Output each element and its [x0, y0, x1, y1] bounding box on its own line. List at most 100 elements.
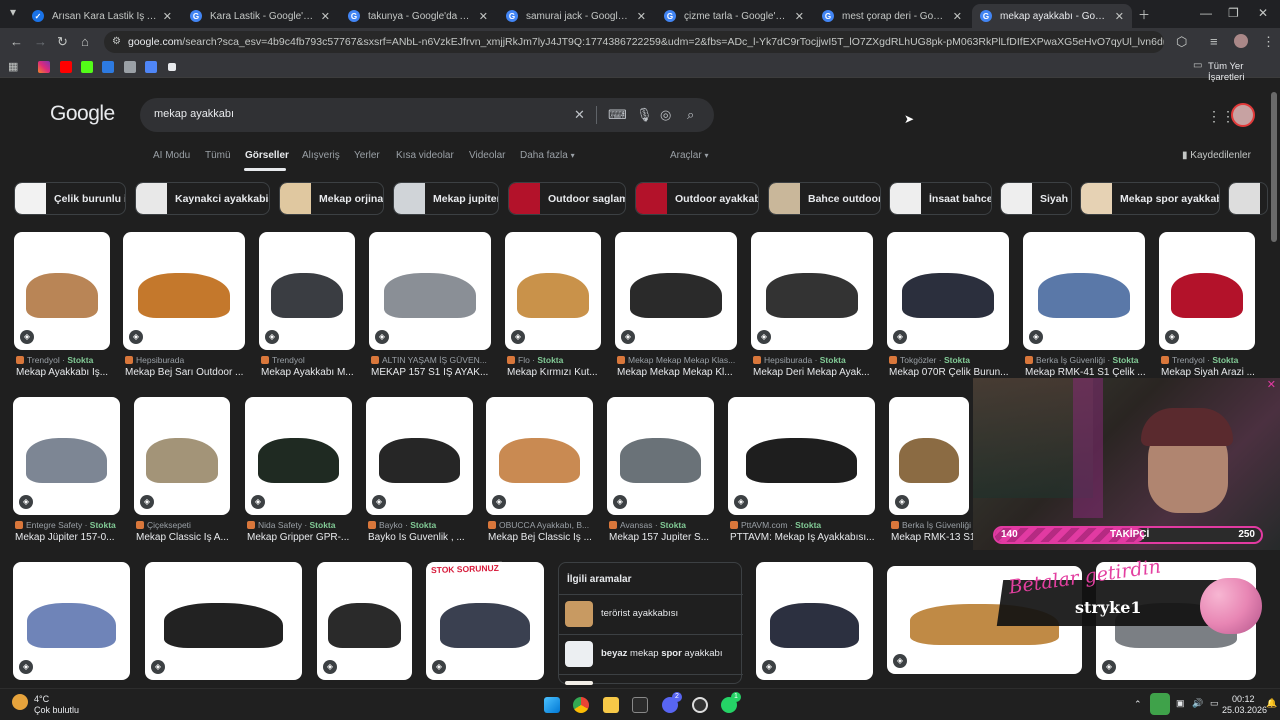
- result-thumbnail[interactable]: ◈: [728, 397, 875, 515]
- close-tab-icon[interactable]: ✕: [479, 10, 488, 23]
- result-thumbnail[interactable]: ◈: [505, 232, 601, 350]
- reload-icon[interactable]: ↻: [57, 34, 68, 50]
- result-thumbnail[interactable]: ◈: [751, 232, 873, 350]
- result-caption[interactable]: Mekap RMK-13 S1: [891, 532, 981, 543]
- result-caption[interactable]: MEKAP 157 S1 İŞ AYAK...: [371, 367, 503, 378]
- result-caption[interactable]: Mekap 157 Jupiter S...: [609, 532, 726, 543]
- all-bookmarks-link[interactable]: Tüm Yer İşaretleri: [1208, 61, 1280, 83]
- forward-icon[interactable]: →: [34, 34, 47, 49]
- result-thumbnail[interactable]: ◈: [134, 397, 230, 515]
- result-thumbnail[interactable]: ◈: [366, 397, 473, 515]
- result-caption[interactable]: PTTAVM: Mekap İş Ayakkabısı...: [730, 532, 887, 543]
- chip-construction-garden[interactable]: İnsaat bahce: [889, 182, 992, 215]
- result-source[interactable]: Hepsiburada · Stokta: [753, 355, 885, 365]
- tab-short-videos[interactable]: Kısa videolar: [396, 150, 454, 161]
- weather-icon[interactable]: [12, 694, 28, 710]
- result-source[interactable]: Tokgözler · Stokta: [889, 355, 1021, 365]
- result-source[interactable]: PttAVM.com · Stokta: [730, 520, 887, 530]
- address-bar[interactable]: ⚙ google.com/search?sca_esv=4b9c4fb793c5…: [104, 31, 1164, 53]
- tab-1[interactable]: ✓ Arısan Kara Lastik İş Ayakkabısı ✕: [24, 4, 180, 28]
- chip-welder-shoes[interactable]: Kaynakci ayakkabisi: [135, 182, 270, 215]
- youtube-icon[interactable]: [60, 61, 72, 73]
- tab-more[interactable]: Daha fazla ▾: [520, 150, 575, 161]
- related-item[interactable]: terörist ayakkabısı: [559, 594, 743, 632]
- keyboard-icon[interactable]: ⌨: [608, 107, 627, 123]
- result-caption[interactable]: Mekap Jüpiter 157-0...: [15, 532, 132, 543]
- notification-bell-icon[interactable]: 🔔: [1266, 698, 1277, 709]
- tab-2[interactable]: G Kara Lastik - Google'da Ara ✕: [182, 4, 338, 28]
- close-tab-icon[interactable]: ✕: [637, 10, 646, 23]
- related-item[interactable]: [559, 674, 743, 685]
- account-avatar[interactable]: [1231, 103, 1255, 127]
- bookmark-icon[interactable]: [124, 61, 136, 73]
- home-icon[interactable]: ⌂: [81, 34, 89, 49]
- chip-original[interactable]: Mekap orjinal: [279, 182, 384, 215]
- result-source[interactable]: Trendyol · Stokta: [1161, 355, 1267, 365]
- result-thumbnail[interactable]: ◈: [369, 232, 491, 350]
- search-input[interactable]: mekap ayakkabı: [154, 108, 234, 120]
- result-thumbnail[interactable]: ◈: [123, 232, 245, 350]
- result-source[interactable]: Trendyol: [261, 355, 367, 365]
- result-thumbnail[interactable]: ◈: [887, 232, 1009, 350]
- result-thumbnail[interactable]: ◈: [426, 562, 544, 680]
- result-source[interactable]: Entegre Safety · Stokta: [15, 520, 132, 530]
- result-caption[interactable]: Mekap Mekap Mekap Kl...: [617, 367, 749, 378]
- close-tab-icon[interactable]: ✕: [795, 10, 804, 23]
- close-tab-icon[interactable]: ✕: [1115, 10, 1124, 23]
- close-tab-icon[interactable]: ✕: [163, 10, 172, 23]
- tab-6[interactable]: G mest çorap deri - Google'da Ara ✕: [814, 4, 970, 28]
- chip-black[interactable]: Siyah: [1000, 182, 1072, 215]
- result-thumbnail[interactable]: ◈: [317, 562, 412, 680]
- minimize-icon[interactable]: —: [1200, 6, 1212, 20]
- result-caption[interactable]: Mekap Bej Classic İş ...: [488, 532, 605, 543]
- tab-all[interactable]: Tümü: [205, 150, 231, 161]
- search-box[interactable]: mekap ayakkabı ✕ ⌨ 🎙 ◎ ⌕: [140, 98, 714, 132]
- clock-time[interactable]: 00:12: [1232, 694, 1255, 704]
- result-source[interactable]: Flo · Stokta: [507, 355, 613, 365]
- chip-garden-outdoor[interactable]: Bahce outdoor: [768, 182, 881, 215]
- maximize-icon[interactable]: ❐: [1228, 6, 1239, 20]
- result-source[interactable]: Bayko · Stokta: [368, 520, 485, 530]
- weather-temp[interactable]: 4°C: [34, 694, 49, 704]
- tab-5[interactable]: G çizme tarla - Google'da Ara ✕: [656, 4, 812, 28]
- result-source[interactable]: Çiçeksepeti: [136, 520, 242, 530]
- chrome-icon[interactable]: [573, 697, 589, 713]
- tab-shopping[interactable]: Alışveriş: [302, 150, 340, 161]
- result-caption[interactable]: Mekap Bej Sarı Outdoor ...: [125, 367, 257, 378]
- close-tab-icon[interactable]: ✕: [953, 10, 962, 23]
- result-caption[interactable]: Bayko Is Guvenlik , ...: [368, 532, 485, 543]
- apps-grid-icon[interactable]: ▦: [8, 60, 18, 73]
- result-caption[interactable]: Mekap Kırmızı Kut...: [507, 367, 613, 378]
- microphone-icon[interactable]: 🎙: [636, 107, 653, 123]
- lens-icon[interactable]: ◎: [660, 107, 671, 123]
- bookmark-icon[interactable]: [102, 61, 114, 73]
- clear-search-icon[interactable]: ✕: [574, 107, 585, 123]
- tools-button[interactable]: Araçlar ▾: [670, 150, 708, 161]
- chip-partial[interactable]: [1228, 182, 1268, 215]
- weather-desc[interactable]: Çok bulutlu: [34, 705, 79, 715]
- tab-3[interactable]: G takunya - Google'da Ara ✕: [340, 4, 496, 28]
- chip-outdoor-durable[interactable]: Outdoor saglam: [508, 182, 626, 215]
- result-source[interactable]: Trendyol · Stokta: [16, 355, 122, 365]
- result-caption[interactable]: Mekap Ayakkabı İş...: [16, 367, 122, 378]
- result-caption[interactable]: Mekap Siyah Arazi ...: [1161, 367, 1267, 378]
- kick-icon[interactable]: [81, 61, 93, 73]
- close-tab-icon[interactable]: ✕: [321, 10, 330, 23]
- result-caption[interactable]: Mekap Ayakkabı M...: [261, 367, 367, 378]
- chip-jupiter[interactable]: Mekap jupiter: [393, 182, 499, 215]
- result-thumbnail[interactable]: ◈: [245, 397, 352, 515]
- search-icon[interactable]: ⌕: [687, 107, 694, 123]
- result-thumbnail[interactable]: ◈: [259, 232, 355, 350]
- chip-outdoor-shoes[interactable]: Outdoor ayakkabı: [635, 182, 759, 215]
- result-source[interactable]: ALTIN YAŞAM İŞ GÜVEN...: [371, 355, 503, 365]
- related-item[interactable]: beyaz mekap spor ayakkabı: [559, 634, 743, 672]
- google-logo[interactable]: Google: [50, 102, 115, 126]
- instagram-icon[interactable]: [38, 61, 50, 73]
- file-explorer-icon[interactable]: [603, 697, 619, 713]
- result-caption[interactable]: Mekap RMK-41 S1 Çelik ...: [1025, 367, 1157, 378]
- volume-icon[interactable]: 🔊: [1192, 698, 1203, 709]
- tab-7-active[interactable]: G mekap ayakkabı - Google'da Ara ✕: [972, 4, 1132, 28]
- tab-search-icon[interactable]: ▾: [10, 5, 16, 19]
- result-source[interactable]: Hepsiburada: [125, 355, 257, 365]
- result-thumbnail[interactable]: ◈: [1023, 232, 1145, 350]
